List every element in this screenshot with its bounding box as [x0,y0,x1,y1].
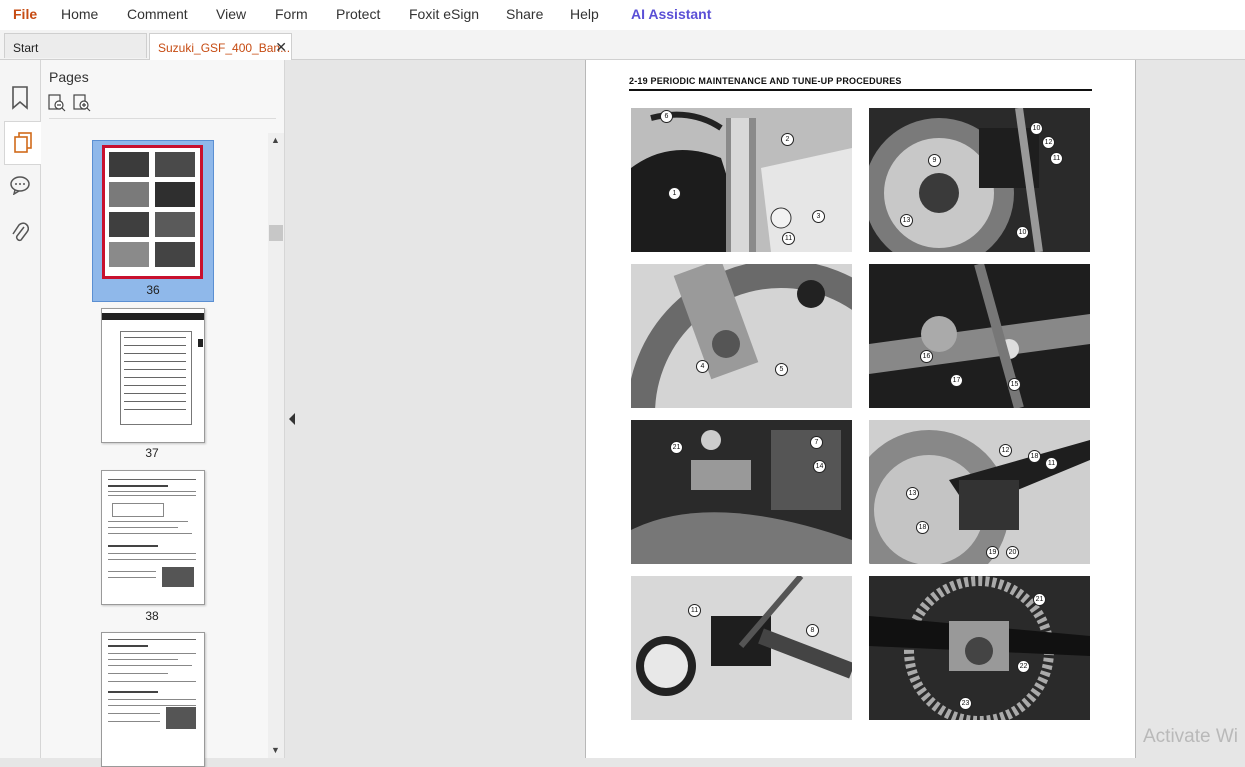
callout-marker: 21 [670,441,683,454]
callout-marker: 16 [920,350,933,363]
page-number: 38 [145,609,159,623]
menu-share[interactable]: Share [506,6,543,22]
scrollbar-thumb[interactable] [269,225,283,241]
callout-marker: 6 [660,110,673,123]
photo-handlebar-brake-lever [631,576,852,720]
page-thumbnail-36[interactable]: 36 [92,140,214,302]
callout-marker: 21 [1033,593,1046,606]
photo-front-brake-disc [869,108,1090,252]
tab-label: Suzuki_GSF_400_Ban... [158,41,291,55]
panel-scrollbar[interactable]: ▲ ▼ [268,133,284,758]
photo-front-fork-top [631,108,852,252]
photo-rear-brake-linkage [869,264,1090,408]
thumbnail-image [102,145,203,279]
callout-marker: 20 [1006,546,1019,559]
callout-marker: 11 [782,232,795,245]
panel-collapse-strip[interactable] [284,60,299,758]
thumbnail-zoom-in-button[interactable] [73,94,91,112]
callout-marker: 15 [1008,378,1021,391]
tab-start[interactable]: Start [4,33,147,58]
menu-file[interactable]: File [13,6,37,22]
callout-marker: 9 [928,154,941,167]
callout-marker: 3 [812,210,825,223]
callout-marker: 18 [1028,450,1041,463]
photo-rear-caliper [869,420,1090,564]
page-number: 37 [145,446,159,460]
pages-button[interactable] [4,121,41,165]
callout-marker: 13 [906,487,919,500]
attachments-button[interactable] [6,218,34,248]
tab-bar: Start Suzuki_GSF_400_Ban... ✕ [0,30,1245,60]
menu-foxit-esign[interactable]: Foxit eSign [409,6,479,22]
photo-rear-sprocket [869,576,1090,720]
callout-marker: 22 [1017,660,1030,673]
photo-front-axle [631,264,852,408]
callout-marker: 19 [986,546,999,559]
panel-title: Pages [49,69,89,85]
menu-view[interactable]: View [216,6,246,22]
comments-button[interactable] [6,170,34,200]
menu-home[interactable]: Home [61,6,98,22]
callout-marker: 10 [1030,122,1043,135]
callout-marker: 1 [668,187,681,200]
page-thumbnail-39[interactable] [101,632,205,767]
page-thumbnail-38[interactable] [101,470,205,605]
bookmark-button[interactable] [6,83,34,113]
callout-marker: 4 [696,360,709,373]
callout-marker: 2 [781,133,794,146]
callout-marker: 11 [1050,152,1063,165]
callout-marker: 12 [999,444,1012,457]
bookmark-icon [12,86,28,110]
callout-marker: 10 [1016,226,1029,239]
callout-marker: 12 [1042,136,1055,149]
scroll-up-icon[interactable]: ▲ [271,135,280,145]
menu-comment[interactable]: Comment [127,6,188,22]
menu-form[interactable]: Form [275,6,308,22]
thumbnail-zoom-in-icon [73,94,91,112]
menu-ai-assistant[interactable]: AI Assistant [631,6,711,22]
callout-marker: 8 [806,624,819,637]
header-rule [629,89,1092,91]
comment-icon [10,176,30,195]
document-page: 2-19 PERIODIC MAINTENANCE AND TUNE-UP PR… [585,60,1136,758]
callout-marker: 7 [810,436,823,449]
scroll-down-icon[interactable]: ▼ [271,745,280,755]
thumbnail-zoom-out-button[interactable] [48,94,66,112]
callout-marker: 11 [1045,457,1058,470]
close-icon[interactable]: ✕ [275,39,287,56]
page-header: 2-19 PERIODIC MAINTENANCE AND TUNE-UP PR… [629,76,902,86]
tab-label: Start [13,41,39,55]
callout-marker: 23 [959,697,972,710]
attachment-icon [12,222,29,242]
activation-watermark: Activate Wi [1143,726,1239,747]
menu-bar: File Home Comment View Form Protect Foxi… [0,0,1245,30]
page-number: 36 [146,283,160,297]
tab-document[interactable]: Suzuki_GSF_400_Ban... ✕ [149,33,292,60]
callout-marker: 18 [916,521,929,534]
callout-marker: 13 [900,214,913,227]
pages-icon [14,132,32,153]
callout-marker: 5 [775,363,788,376]
divider [49,118,276,119]
callout-marker: 14 [813,460,826,473]
thumbnail-zoom-out-icon [48,94,66,112]
page-thumbnail-37[interactable] [101,308,205,443]
callout-marker: 11 [688,604,701,617]
menu-protect[interactable]: Protect [336,6,380,22]
pages-panel: Pages 36 37 38 ▲ ▼ [41,60,284,767]
document-viewport[interactable]: 2-19 PERIODIC MAINTENANCE AND TUNE-UP PR… [298,60,1245,758]
menu-help[interactable]: Help [570,6,599,22]
callout-marker: 17 [950,374,963,387]
collapse-arrow-icon[interactable] [288,413,296,425]
navigation-rail [0,60,41,758]
